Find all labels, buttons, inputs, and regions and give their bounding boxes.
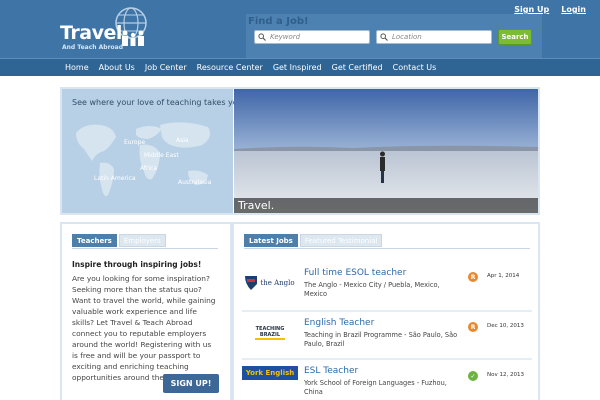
search-button[interactable]: Search xyxy=(498,29,532,45)
job-item: TEACHING BRAZIL English Teacher Teaching… xyxy=(242,314,532,356)
employer-logo[interactable]: the Anglo xyxy=(242,270,298,296)
location-placeholder: Location xyxy=(392,33,422,41)
main-nav: Home About Us Job Center Resource Center… xyxy=(0,58,600,76)
employer-logo-text: the Anglo xyxy=(260,279,295,287)
recruiter-badge: R xyxy=(468,272,478,282)
region-africa[interactable]: Africa xyxy=(140,165,157,172)
job-search-title: Find a Job! xyxy=(248,16,309,27)
job-employer-location: The Anglo - Mexico City / Puebla, Mexico… xyxy=(304,281,440,298)
employer-logo[interactable]: York English xyxy=(242,366,298,380)
nav-get-certified[interactable]: Get Certified xyxy=(327,63,388,72)
world-map-image xyxy=(76,122,210,197)
region-latin-america[interactable]: Latin America xyxy=(94,175,136,182)
signup-button[interactable]: SIGN UP! xyxy=(163,374,219,393)
tab-divider xyxy=(244,248,530,249)
salt-flat-image xyxy=(234,89,538,213)
region-asia[interactable]: Asia xyxy=(176,137,189,144)
region-europe[interactable]: Europe xyxy=(124,139,145,146)
job-employer-location: York School of Foreign Languages - Fuzho… xyxy=(304,379,447,396)
teachers-panel: Teachers Employers Inspire through inspi… xyxy=(60,222,232,400)
nav-about-us[interactable]: About Us xyxy=(94,63,140,72)
nav-home[interactable]: Home xyxy=(60,63,94,72)
nav-contact-us[interactable]: Contact Us xyxy=(388,63,442,72)
job-item: York English ESL Teacher York School of … xyxy=(242,362,532,400)
hero-banner: See where your love of teaching takes yo… xyxy=(60,87,540,215)
job-date: Dec 10, 2013 xyxy=(487,323,524,329)
nav-resource-center[interactable]: Resource Center xyxy=(192,63,268,72)
teachers-body-text: Are you looking for some inspiration? Se… xyxy=(72,274,216,382)
photo-caption: Travel. xyxy=(234,198,538,213)
teachers-heading: Inspire through inspiring jobs! xyxy=(72,260,202,269)
tab-featured-testimonial[interactable]: Featured Testimonial xyxy=(299,234,383,247)
job-item: the Anglo Full time ESOL teacher The Ang… xyxy=(242,264,532,306)
latest-jobs-panel: Latest Jobs Featured Testimonial the Ang… xyxy=(232,222,540,400)
people-icon xyxy=(122,30,144,46)
account-links: Sign Up Login xyxy=(514,5,586,14)
world-map-panel: See where your love of teaching takes yo… xyxy=(62,89,246,213)
travel-photo: Travel. xyxy=(234,89,538,213)
tab-divider xyxy=(72,248,218,249)
signup-link[interactable]: Sign Up xyxy=(514,5,549,14)
job-employer-location: Teaching in Brazil Programme - São Paulo… xyxy=(304,331,458,348)
employer-logo[interactable]: TEACHING BRAZIL xyxy=(242,320,298,346)
teachers-tabs: Teachers Employers xyxy=(72,234,166,247)
job-title[interactable]: English Teacher xyxy=(304,318,374,328)
job-date: Apr 1, 2014 xyxy=(487,273,520,279)
location-input[interactable]: Location xyxy=(376,30,492,44)
tab-teachers[interactable]: Teachers xyxy=(72,234,117,247)
employer-logo-text: TEACHING BRAZIL xyxy=(255,326,285,340)
keyword-input[interactable]: Keyword xyxy=(254,30,370,44)
jobs-tabs: Latest Jobs Featured Testimonial xyxy=(244,234,383,247)
employer-logo-text: York English xyxy=(245,369,295,377)
keyword-placeholder: Keyword xyxy=(270,33,301,41)
logo-text: Travel xyxy=(60,22,122,44)
tab-latest-jobs[interactable]: Latest Jobs xyxy=(244,234,298,247)
nav-job-center[interactable]: Job Center xyxy=(140,63,192,72)
shield-icon xyxy=(245,276,258,290)
job-divider xyxy=(242,310,532,312)
job-search-box: Find a Job! Keyword Location Search xyxy=(246,14,542,58)
job-divider xyxy=(242,358,532,360)
job-title[interactable]: ESL Teacher xyxy=(304,366,358,376)
recruiter-badge: R xyxy=(468,322,478,332)
job-date: Nov 12, 2013 xyxy=(487,372,524,378)
site-logo[interactable]: Travel And Teach Abroad xyxy=(58,6,158,51)
map-title: See where your love of teaching takes yo… xyxy=(72,98,246,107)
region-middle-east[interactable]: Middle East xyxy=(144,152,179,159)
login-link[interactable]: Login xyxy=(561,5,586,14)
search-icon xyxy=(380,33,388,41)
nav-get-inspired[interactable]: Get Inspired xyxy=(268,63,327,72)
job-title[interactable]: Full time ESOL teacher xyxy=(304,268,406,278)
region-australasia[interactable]: Australasia xyxy=(178,179,211,186)
site-header: Travel And Teach Abroad Sign Up Login Fi… xyxy=(0,0,600,58)
logo-subtitle: And Teach Abroad xyxy=(62,44,123,51)
search-icon xyxy=(258,33,266,41)
verified-check-icon: ✓ xyxy=(468,371,478,381)
tab-employers[interactable]: Employers xyxy=(118,234,166,247)
